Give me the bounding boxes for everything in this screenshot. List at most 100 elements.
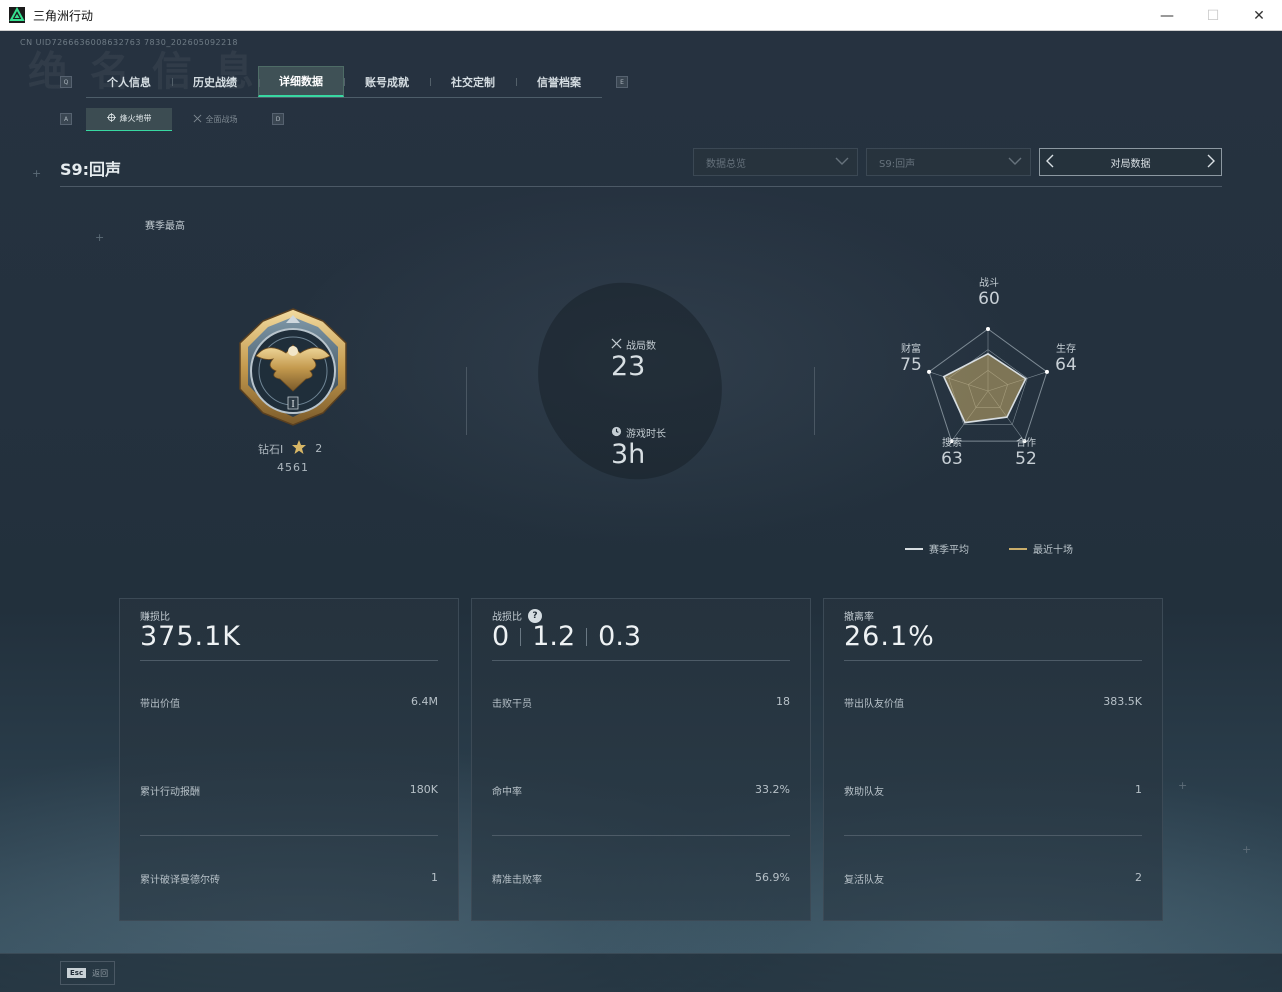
tab-personal-info[interactable]: 个人信息	[86, 66, 172, 97]
season-best-label: 赛季最高	[145, 221, 185, 232]
card-row-label: 救助队友	[844, 787, 884, 798]
card-row: 累计破译曼德尔砖 1	[140, 871, 438, 886]
kd-value-3: 0.3	[598, 621, 642, 652]
legend-recent-swatch	[1009, 547, 1027, 550]
profit-card: 赚损比 375.1K 带出价值 6.4M 累计行动报酬 180K 累计破译曼德尔…	[119, 598, 459, 921]
match-data-label: 对局数据	[1110, 158, 1151, 170]
playtime-label-row: 游戏时长	[611, 425, 666, 440]
mode-tab-bar: A 烽火地带 全面战场 D	[60, 107, 284, 131]
profit-ratio-value: 375.1K	[140, 621, 242, 652]
card-divider	[492, 835, 790, 836]
chevron-down-icon	[835, 157, 849, 168]
maximize-button[interactable]: ☐	[1190, 0, 1236, 31]
plus-decor-icon: +	[1178, 779, 1188, 792]
header-divider	[60, 186, 1222, 187]
playtime-label: 游戏时长	[626, 429, 666, 440]
radar-label-wealth: 财富	[901, 344, 921, 355]
mode-tabs: 烽火地带 全面战场	[86, 107, 258, 131]
tab-mode-extraction-label: 烽火地带	[119, 114, 152, 123]
tab-social[interactable]: 社交定制	[430, 66, 516, 97]
card-row-label: 累计行动报酬	[140, 787, 200, 798]
card-row: 救助队友 1	[844, 783, 1142, 798]
svg-text:I: I	[291, 399, 294, 410]
rank-stars: 2	[315, 442, 323, 455]
radar-label-search: 搜索	[942, 438, 962, 449]
season-title: S9:回声	[60, 160, 122, 179]
card-row-value: 33.2%	[755, 783, 790, 796]
extraction-card: 撤离率 26.1% 带出队友价值 383.5K 救助队友 1 复活队友 2	[823, 598, 1163, 921]
card-row-label: 累计破译曼德尔砖	[140, 875, 220, 886]
plus-decor-icon: +	[32, 167, 42, 180]
warfare-mode-icon	[193, 114, 202, 125]
section-divider	[466, 367, 467, 435]
close-button[interactable]: ✕	[1236, 0, 1282, 31]
match-data-button[interactable]: 对局数据	[1039, 148, 1222, 176]
kd-value-2: 1.2	[532, 621, 576, 652]
card-row: 精准击败率 56.9%	[492, 871, 790, 886]
tab-mode-extraction[interactable]: 烽火地带	[86, 107, 172, 131]
card-row: 复活队友 2	[844, 871, 1142, 886]
card-row-label: 复活队友	[844, 875, 884, 886]
radar-value-teamwork: 52	[1015, 449, 1037, 469]
main-tab-bar: Q 个人信息 历史战绩 详细数据 账号成就 社交定制 信誉档案 E	[60, 66, 628, 98]
window-titlebar: 三角洲行动 — ☐ ✕	[0, 0, 1282, 31]
card-row: 击败干员 18	[492, 695, 790, 710]
star-icon	[291, 439, 307, 458]
plus-decor-icon: +	[1242, 843, 1252, 856]
key-hint-prev-mode[interactable]: A	[60, 113, 72, 125]
tab-mode-warfare-label: 全面战场	[205, 114, 238, 124]
card-divider	[844, 660, 1142, 661]
radar-series-recent	[943, 353, 1027, 424]
data-overview-dropdown[interactable]: 数据总览	[693, 148, 858, 176]
tab-achievements[interactable]: 账号成就	[344, 66, 430, 97]
kd-card: 战损比 ? 0 1.2 0.3 击败干员 18 命中率 33.2% 精准击败率 …	[471, 598, 811, 921]
card-row-label: 精准击败率	[492, 875, 542, 886]
key-hint-next-tab[interactable]: E	[616, 76, 628, 88]
key-hint-next-mode[interactable]: D	[272, 113, 284, 125]
tab-history[interactable]: 历史战绩	[172, 66, 258, 97]
crossed-swords-icon	[611, 337, 622, 352]
section-divider	[814, 367, 815, 435]
card-row-value: 1	[431, 871, 438, 884]
radar-value-survival: 64	[1055, 355, 1077, 375]
card-row-label: 击败干员	[492, 699, 532, 710]
kd-value-1: 0	[492, 621, 510, 652]
kd-separator	[520, 627, 522, 646]
main-tabs: 个人信息 历史战绩 详细数据 账号成就 社交定制 信誉档案	[86, 66, 602, 98]
key-hint-prev-tab[interactable]: Q	[60, 76, 72, 88]
card-row-value: 56.9%	[755, 871, 790, 884]
legend-recent-label: 最近十场	[1033, 545, 1073, 556]
card-row: 累计行动报酬 180K	[140, 783, 438, 798]
card-row-value: 18	[776, 695, 790, 708]
kd-separator	[586, 627, 588, 646]
chevron-left-icon[interactable]	[1046, 154, 1054, 171]
tab-mode-warfare[interactable]: 全面战场	[172, 108, 258, 131]
tab-reputation[interactable]: 信誉档案	[516, 66, 602, 97]
esc-key-icon: Esc	[67, 968, 87, 978]
legend-avg-label: 赛季平均	[929, 545, 969, 556]
rank-name-row: 钻石I 2	[258, 439, 322, 458]
card-divider	[492, 660, 790, 661]
rank-score: 4561	[277, 461, 309, 474]
rank-emblem-icon: I	[228, 301, 358, 431]
radar-value-combat: 60	[978, 289, 1000, 309]
season-dropdown[interactable]: S9:回声	[866, 148, 1031, 176]
chevron-right-icon[interactable]	[1207, 154, 1215, 171]
card-row: 命中率 33.2%	[492, 783, 790, 798]
card-row-value: 383.5K	[1103, 695, 1142, 708]
season-dropdown-value: S9:回声	[879, 158, 916, 170]
extraction-rate-value: 26.1%	[844, 621, 935, 652]
card-row-label: 带出队友价值	[844, 699, 904, 710]
tab-detailed-data[interactable]: 详细数据	[258, 66, 344, 97]
card-row-label: 带出价值	[140, 699, 180, 710]
card-divider	[140, 660, 438, 661]
player-uid: CN UID7266636008632763 7830_202605092218	[20, 38, 238, 47]
clock-icon	[611, 426, 622, 440]
back-button[interactable]: Esc 返回	[60, 961, 115, 985]
game-viewport: 绝 名 信 息 CN UID7266636008632763 7830_2026…	[0, 31, 1282, 992]
radar-value-wealth: 75	[900, 355, 922, 375]
matches-label-row: 战局数	[611, 337, 656, 352]
minimize-button[interactable]: —	[1144, 0, 1190, 31]
radar-axis-dot	[986, 327, 990, 331]
card-row-value: 6.4M	[411, 695, 438, 708]
